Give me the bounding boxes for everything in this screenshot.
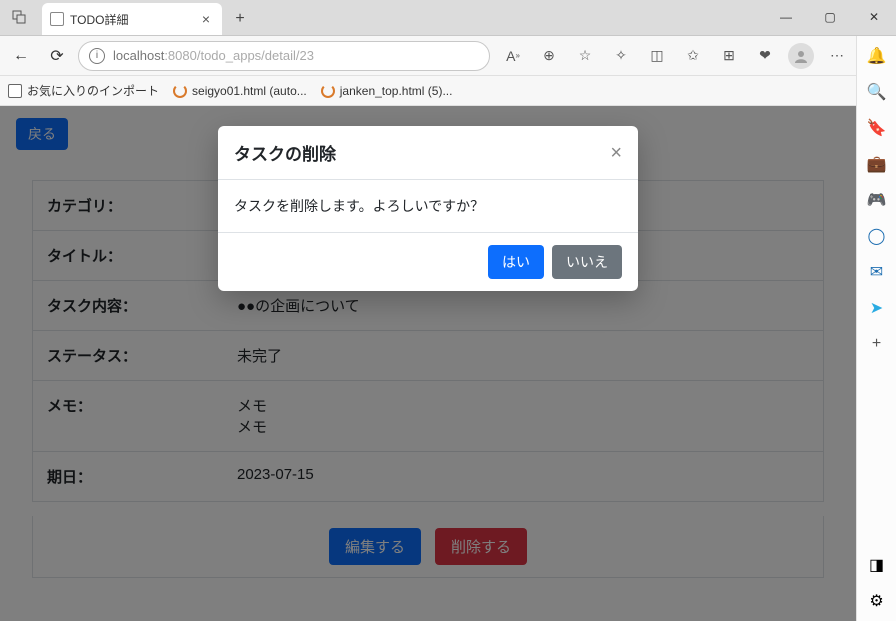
- sidebar-toggle-icon[interactable]: ◨: [865, 553, 889, 577]
- modal-close-icon[interactable]: ×: [610, 143, 622, 163]
- more-menu-icon[interactable]: ⋯: [824, 43, 850, 69]
- favorites-bar-icon[interactable]: ✩: [680, 43, 706, 69]
- page-viewport: 戻る カテゴリ： タイトル： タスク内容： ●●の企画について ステータス： 未…: [0, 106, 856, 621]
- window-titlebar: TODO詳細 × + — ▢ ✕: [0, 0, 896, 36]
- browser-toolbar: ← ⟳ i localhost:8080/todo_apps/detail/23…: [0, 36, 896, 76]
- split-screen-icon[interactable]: ◫: [644, 43, 670, 69]
- back-nav-button[interactable]: ←: [6, 41, 36, 71]
- sidebar-office-icon[interactable]: ◯: [865, 224, 889, 248]
- window-controls: — ▢ ✕: [764, 0, 896, 35]
- sidebar-settings-icon[interactable]: ⚙: [865, 589, 889, 613]
- modal-header: タスクの削除 ×: [218, 126, 638, 180]
- delete-confirm-modal: タスクの削除 × タスクを削除します。よろしいですか？ はい いいえ: [218, 126, 638, 291]
- minimize-button[interactable]: —: [764, 0, 808, 35]
- bookmark-seigyo-label: seigyo01.html (auto...: [192, 84, 307, 98]
- toolbar-right-icons: A» ⊕ ☆ ✧ ◫ ✩ ⊞ ❤ ⋯ b: [496, 43, 890, 69]
- favorite-icon[interactable]: ☆: [572, 43, 598, 69]
- html-file-icon: [173, 84, 187, 98]
- refresh-button[interactable]: ⟳: [42, 41, 72, 71]
- close-window-button[interactable]: ✕: [852, 0, 896, 35]
- import-favorites-label: お気に入りのインポート: [27, 82, 159, 99]
- bookmark-janken-label: janken_top.html (5)...: [340, 84, 453, 98]
- address-bar[interactable]: i localhost:8080/todo_apps/detail/23: [78, 41, 490, 71]
- tab-actions-icon[interactable]: [0, 0, 38, 35]
- zoom-icon[interactable]: ⊕: [536, 43, 562, 69]
- sidebar-add-icon[interactable]: +: [865, 332, 889, 356]
- html-file-icon: [321, 84, 335, 98]
- modal-title: タスクの削除: [234, 140, 336, 165]
- browser-tab[interactable]: TODO詳細 ×: [42, 3, 222, 35]
- health-icon[interactable]: ❤: [752, 43, 778, 69]
- bookmark-seigyo[interactable]: seigyo01.html (auto...: [173, 84, 307, 98]
- profile-avatar[interactable]: [788, 43, 814, 69]
- sidebar-tools-icon[interactable]: 💼: [865, 152, 889, 176]
- page-icon: [50, 12, 64, 26]
- tab-title: TODO詳細: [70, 11, 192, 28]
- bookmarks-bar: お気に入りのインポート seigyo01.html (auto... janke…: [0, 76, 896, 106]
- folder-icon: [8, 84, 22, 98]
- modal-body: タスクを削除します。よろしいですか？: [218, 180, 638, 232]
- sidebar-send-icon[interactable]: ➤: [865, 296, 889, 320]
- modal-footer: はい いいえ: [218, 232, 638, 291]
- sidebar-shopping-icon[interactable]: 🔖: [865, 116, 889, 140]
- site-info-icon[interactable]: i: [89, 48, 105, 64]
- sidebar-outlook-icon[interactable]: ✉: [865, 260, 889, 284]
- import-favorites-button[interactable]: お気に入りのインポート: [8, 82, 159, 99]
- new-tab-button[interactable]: +: [226, 5, 254, 33]
- tab-close-icon[interactable]: ×: [198, 11, 214, 27]
- maximize-button[interactable]: ▢: [808, 0, 852, 35]
- sidebar-games-icon[interactable]: 🎮: [865, 188, 889, 212]
- url-text: localhost:8080/todo_apps/detail/23: [113, 48, 314, 63]
- modal-no-button[interactable]: いいえ: [552, 245, 622, 279]
- bookmark-janken[interactable]: janken_top.html (5)...: [321, 84, 453, 98]
- extensions-icon[interactable]: ✧: [608, 43, 634, 69]
- edge-sidebar: 🔔 🔍 🔖 💼 🎮 ◯ ✉ ➤ + ◨ ⚙: [856, 36, 896, 621]
- read-aloud-icon[interactable]: A»: [500, 43, 526, 69]
- collections-icon[interactable]: ⊞: [716, 43, 742, 69]
- sidebar-notifications-icon[interactable]: 🔔: [865, 44, 889, 68]
- modal-yes-button[interactable]: はい: [488, 245, 544, 279]
- sidebar-search-icon[interactable]: 🔍: [865, 80, 889, 104]
